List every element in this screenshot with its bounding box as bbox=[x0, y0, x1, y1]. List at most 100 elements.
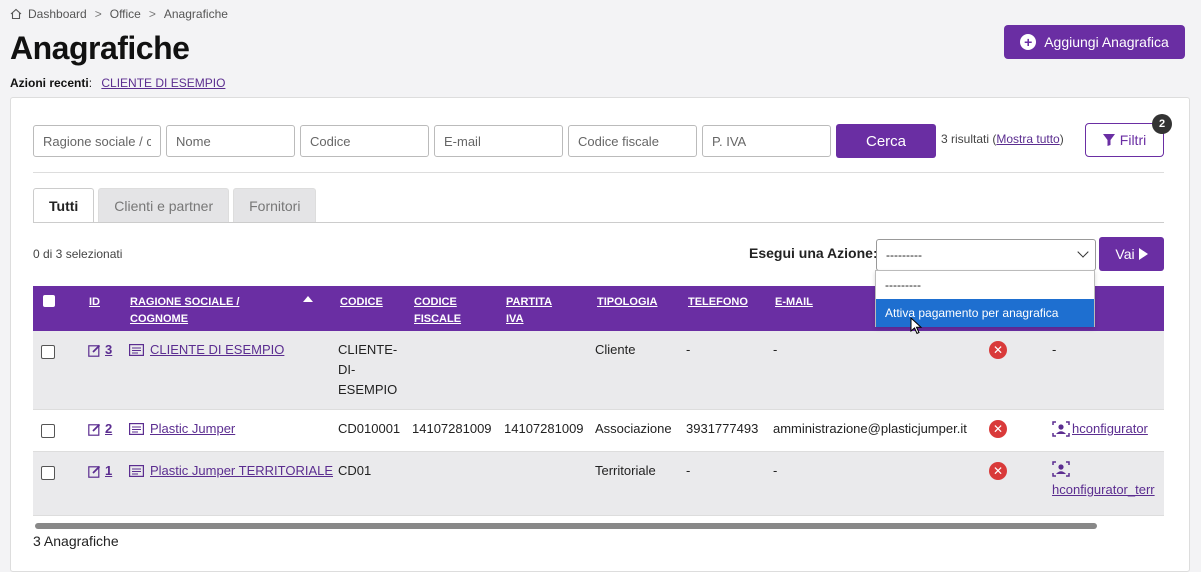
mouse-cursor-icon bbox=[910, 317, 923, 335]
sort-asc-icon bbox=[303, 296, 313, 302]
table-row: 1 Plastic Jumper TERRITORIALE CD01 Terri… bbox=[33, 452, 1164, 516]
header-email[interactable]: E-MAIL bbox=[775, 294, 813, 311]
breadcrumb-current: Anagrafiche bbox=[163, 7, 228, 21]
row-tipologia: Territoriale bbox=[595, 463, 656, 478]
header-ragione-sociale[interactable]: RAGIONE SOCIALE / COGNOME bbox=[130, 294, 239, 328]
row-user-link[interactable]: hconfigurator_terr bbox=[1052, 461, 1160, 500]
row-codice: CD01 bbox=[338, 463, 372, 478]
action-select[interactable]: --------- bbox=[876, 239, 1096, 271]
user-icon bbox=[1052, 421, 1070, 437]
row-codice-line: DI- bbox=[338, 362, 356, 377]
select-all-checkbox[interactable] bbox=[43, 295, 55, 307]
list-icon bbox=[129, 423, 144, 435]
footer-count: 3 Anagrafiche bbox=[33, 533, 119, 549]
funnel-icon bbox=[1102, 134, 1115, 146]
page-title: Anagrafiche bbox=[10, 30, 190, 66]
filters-label: Filtri bbox=[1119, 132, 1147, 148]
row-checkbox[interactable] bbox=[41, 345, 55, 359]
x-circle-icon: ✕ bbox=[989, 462, 1007, 480]
tabs: Tutti Clienti e partner Fornitori bbox=[33, 188, 317, 222]
row-name: CLIENTE DI ESEMPIO bbox=[150, 342, 285, 357]
row-telefono: - bbox=[686, 463, 691, 478]
header-id[interactable]: ID bbox=[89, 294, 100, 311]
tab-tutti[interactable]: Tutti bbox=[33, 188, 95, 222]
results-prefix: 3 risultati ( bbox=[941, 132, 997, 146]
action-label: Esegui una Azione: bbox=[749, 245, 878, 261]
search-filters bbox=[33, 125, 831, 157]
edit-icon bbox=[88, 465, 101, 478]
row-codice-fiscale: 14107281009 bbox=[412, 421, 492, 436]
row-id: 3 bbox=[105, 342, 113, 357]
recent-item-link[interactable]: CLIENTE DI ESEMPIO bbox=[101, 76, 225, 90]
recent-actions: Azioni recenti: CLIENTE DI ESEMPIO bbox=[10, 76, 225, 90]
row-name-link[interactable]: Plastic Jumper TERRITORIALE bbox=[129, 461, 333, 481]
row-checkbox[interactable] bbox=[41, 466, 55, 480]
header-ragione-line2: COGNOME bbox=[130, 313, 189, 325]
tabs-underline bbox=[33, 222, 1164, 223]
results-suffix: ) bbox=[1059, 132, 1064, 146]
row-user-link[interactable]: hconfigurator bbox=[1052, 419, 1148, 439]
row-id: 1 bbox=[105, 463, 113, 478]
breadcrumb-office[interactable]: Office bbox=[110, 7, 141, 21]
cerca-button[interactable]: Cerca bbox=[836, 124, 936, 158]
header-cf-line1: CODICE bbox=[414, 296, 457, 308]
header-codice[interactable]: CODICE bbox=[340, 294, 383, 311]
header-partita-iva[interactable]: PARTITA IVA bbox=[506, 294, 552, 328]
action-select-value: --------- bbox=[886, 248, 922, 262]
header-telefono[interactable]: TELEFONO bbox=[688, 294, 748, 311]
row-telefono: - bbox=[686, 342, 691, 357]
row-checkbox[interactable] bbox=[41, 424, 55, 438]
table-row: 2 Plastic Jumper CD010001 14107281009 14… bbox=[33, 410, 1164, 452]
selected-count: 0 di 3 selezionati bbox=[33, 247, 123, 261]
row-name-link[interactable]: CLIENTE DI ESEMPIO bbox=[129, 340, 284, 360]
breadcrumb: Dashboard > Office > Anagrafiche bbox=[10, 7, 228, 21]
edit-icon bbox=[88, 344, 101, 357]
row-tipologia: Associazione bbox=[595, 421, 672, 436]
edit-icon bbox=[88, 423, 101, 436]
table-row: 3 CLIENTE DI ESEMPIO CLIENTE- DI- ESEMPI… bbox=[33, 331, 1164, 410]
ragione-sociale-input[interactable] bbox=[33, 125, 161, 157]
email-input[interactable] bbox=[434, 125, 563, 157]
recent-actions-label: Azioni recenti bbox=[10, 76, 89, 90]
codice-input[interactable] bbox=[300, 125, 429, 157]
piva-input[interactable] bbox=[702, 125, 831, 157]
header-tipologia[interactable]: TIPOLOGIA bbox=[597, 294, 658, 311]
breadcrumb-dashboard[interactable]: Dashboard bbox=[28, 7, 87, 21]
recent-actions-colon: : bbox=[88, 76, 93, 90]
breadcrumb-separator: > bbox=[94, 7, 102, 21]
add-anagrafica-button[interactable]: + Aggiungi Anagrafica bbox=[1004, 25, 1185, 59]
action-option-attiva-pagamento[interactable]: Attiva pagamento per anagrafica bbox=[876, 299, 1094, 327]
row-name-link[interactable]: Plastic Jumper bbox=[129, 419, 235, 439]
row-email: - bbox=[773, 342, 778, 357]
row-user: hconfigurator bbox=[1072, 421, 1148, 436]
tab-fornitori[interactable]: Fornitori bbox=[233, 188, 317, 222]
row-codice: CD010001 bbox=[338, 421, 401, 436]
row-telefono: 3931777493 bbox=[686, 421, 759, 436]
main-card: Cerca 3 risultati (Mostra tutto) Filtri … bbox=[10, 97, 1190, 572]
row-name: Plastic Jumper bbox=[150, 421, 236, 436]
show-all-link[interactable]: Mostra tutto bbox=[996, 132, 1059, 146]
row-name: Plastic Jumper TERRITORIALE bbox=[150, 463, 334, 478]
add-anagrafica-label: Aggiungi Anagrafica bbox=[1044, 34, 1169, 50]
row-id-link[interactable]: 2 bbox=[88, 419, 112, 439]
vai-button[interactable]: Vai bbox=[1099, 237, 1164, 271]
codice-fiscale-input[interactable] bbox=[568, 125, 697, 157]
divider bbox=[33, 172, 1164, 173]
action-option-empty[interactable]: --------- bbox=[876, 271, 1094, 299]
row-tipologia: Cliente bbox=[595, 342, 636, 357]
row-id-link[interactable]: 3 bbox=[88, 340, 112, 360]
row-partita-iva: 14107281009 bbox=[504, 421, 584, 436]
list-icon bbox=[129, 465, 144, 477]
play-icon bbox=[1138, 248, 1148, 260]
header-cf-line2: FISCALE bbox=[414, 313, 462, 325]
filters-count-badge: 2 bbox=[1152, 114, 1172, 134]
row-user: hconfigurator_terr bbox=[1052, 482, 1155, 497]
header-codice-fiscale[interactable]: CODICE FISCALE bbox=[414, 294, 461, 328]
home-icon bbox=[10, 8, 22, 20]
row-codice-line: CLIENTE- bbox=[338, 342, 398, 357]
tab-clienti-partner[interactable]: Clienti e partner bbox=[98, 188, 230, 222]
row-codice-line: ESEMPIO bbox=[338, 382, 398, 397]
nome-input[interactable] bbox=[166, 125, 295, 157]
row-id-link[interactable]: 1 bbox=[88, 461, 112, 481]
horizontal-scrollbar[interactable] bbox=[35, 523, 1097, 529]
